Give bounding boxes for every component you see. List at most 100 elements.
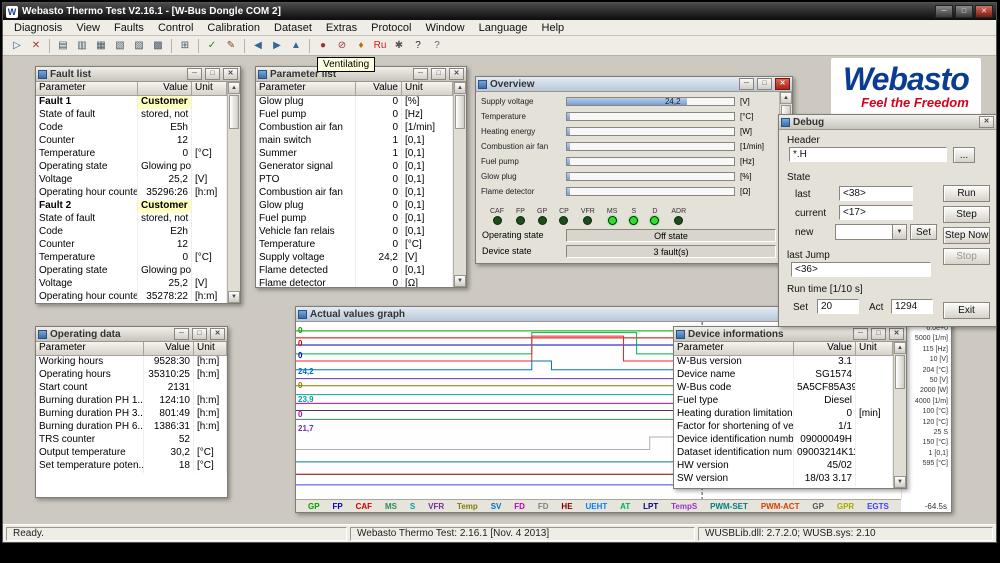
window-titlebar[interactable]: Operating data ─ □ ✕ [36,327,227,342]
table-row[interactable]: Glow plug0[0,1] [256,200,453,213]
stop-button[interactable]: Stop [943,248,990,265]
table-row[interactable]: Counter12 [36,239,227,252]
column-header-value[interactable]: Value [356,82,402,96]
minimize-button[interactable]: ─ [174,328,189,340]
table-row[interactable]: Operating hour counter35296:26[h:m] [36,187,227,200]
minimize-button[interactable]: ─ [413,68,428,80]
column-header-parameter[interactable]: Parameter [36,342,144,356]
table-row[interactable]: Fuel typeDiesel [674,395,893,408]
step-button[interactable]: Step [943,206,990,223]
scroll-up-icon[interactable]: ▲ [228,82,240,94]
scroll-down-icon[interactable]: ▼ [228,291,240,303]
window-titlebar[interactable]: Fault list ─ □ ✕ [36,67,240,82]
close-button[interactable]: ✕ [979,116,994,128]
scroll-thumb[interactable] [895,355,905,389]
table-row[interactable]: Voltage25,2[V] [36,278,227,291]
legend-item[interactable]: S [410,502,415,511]
scrollbar[interactable]: ▲ ▼ [893,342,906,488]
table-row[interactable]: Start count2131 [36,382,227,395]
table-row[interactable]: Operating hours35310:25[h:m] [36,369,227,382]
table-row[interactable]: Burning duration PH 3...801:49[h:m] [36,408,227,421]
table-row[interactable]: Temperature0[°C] [36,148,227,161]
scrollbar[interactable]: ▲ ▼ [453,82,466,287]
column-header-value[interactable]: Value [794,342,856,356]
close-button[interactable]: ✕ [889,328,904,340]
menu-faults[interactable]: Faults [107,21,151,35]
record-icon[interactable]: ● [314,37,332,54]
close-button[interactable]: ✕ [449,68,464,80]
legend-item[interactable]: GPR [837,502,854,511]
close-button[interactable]: ✕ [210,328,225,340]
menu-diagnosis[interactable]: Diagnosis [7,21,69,35]
column-header-parameter[interactable]: Parameter [36,82,138,96]
legend-item[interactable]: CAF [356,502,372,511]
table-row[interactable]: Supply voltage24,2[V] [256,252,453,265]
scroll-up-icon[interactable]: ▲ [454,82,466,94]
window-titlebar[interactable]: Debug ✕ [779,115,996,130]
chevron-down-icon[interactable]: ▼ [892,225,906,239]
debug-runtime-set-input[interactable]: 20 [817,299,859,314]
legend-item[interactable]: PWM-ACT [761,502,800,511]
window-titlebar[interactable]: Device informations ─ □ ✕ [674,327,906,342]
legend-item[interactable]: Temp [457,502,478,511]
table-row[interactable]: Flame detector0[Ω] [256,278,453,287]
table-row[interactable]: HW version45/02 [674,460,893,473]
legend-item[interactable]: MS [385,502,397,511]
menu-protocol[interactable]: Protocol [364,21,418,35]
forward-icon[interactable]: ▶ [268,37,286,54]
minimize-button[interactable]: ─ [853,328,868,340]
maximize-button[interactable]: □ [192,328,207,340]
scroll-thumb[interactable] [455,95,465,129]
table-row[interactable]: Operating hour counter35278:22[h:m] [36,291,227,303]
table-row[interactable]: Dataset identification num...09003214K11 [674,447,893,460]
table-row[interactable]: Temperature0[°C] [36,252,227,265]
table-row[interactable]: Vehicle fan relais0[0,1] [256,226,453,239]
legend-item[interactable]: PWM-SET [710,502,748,511]
table-row[interactable]: State of faultstored, not a... [36,213,227,226]
table-row[interactable]: Fault 2Customer s... [36,200,227,213]
table-row[interactable]: Operating stateGlowing po... [36,265,227,278]
back-icon[interactable]: ◀ [249,37,267,54]
window-device-info-icon[interactable]: ▧ [111,37,129,54]
legend-item[interactable]: LPT [643,502,658,511]
table-row[interactable]: W-Bus code5A5CF85A3900 [674,382,893,395]
table-row[interactable]: Fault 1Customer s... [36,96,227,109]
menu-control[interactable]: Control [151,21,200,35]
context-help-icon[interactable]: ? [428,37,446,54]
table-row[interactable]: Fuel pump0[Hz] [256,109,453,122]
table-row[interactable]: Factor for shortening of ve...1/1 [674,421,893,434]
table-row[interactable]: Set temperature poten...18[°C] [36,460,227,473]
window-operating-data-icon[interactable]: ▦ [92,37,110,54]
maximize-button[interactable]: □ [871,328,886,340]
menu-view[interactable]: View [69,21,107,35]
scroll-down-icon[interactable]: ▼ [894,476,906,488]
legend-item[interactable]: FP [332,502,342,511]
menu-language[interactable]: Language [472,21,535,35]
scroll-down-icon[interactable]: ▼ [454,275,466,287]
help-icon[interactable]: ? [409,37,427,54]
dataset-grid-icon[interactable]: ⊞ [176,37,194,54]
table-row[interactable]: Counter12 [36,135,227,148]
legend-item[interactable]: VFR [428,502,444,511]
column-header-value[interactable]: Value [138,82,192,96]
flame-icon[interactable]: ♦ [352,37,370,54]
column-header-unit[interactable]: Unit [402,82,453,96]
menu-help[interactable]: Help [535,21,572,35]
menu-window[interactable]: Window [418,21,471,35]
edit-icon[interactable]: ✎ [222,37,240,54]
column-header-parameter[interactable]: Parameter [674,342,794,356]
table-row[interactable]: Combustion air fan0[0,1] [256,187,453,200]
cancel-icon[interactable]: ✕ [27,37,45,54]
column-header-parameter[interactable]: Parameter [256,82,356,96]
table-row[interactable]: SW version18/03 3.17 [674,473,893,486]
scrollbar[interactable]: ▲ ▼ [227,82,240,303]
legend-item[interactable]: EGTS [867,502,889,511]
maximize-button[interactable]: □ [205,68,220,80]
scroll-thumb[interactable] [229,95,239,129]
legend-item[interactable]: GP [812,502,824,511]
table-row[interactable]: Combustion air fan0[1/min] [256,122,453,135]
scroll-up-icon[interactable]: ▲ [894,342,906,354]
column-header-value[interactable]: Value [144,342,194,356]
table-row[interactable]: CodeE5h [36,122,227,135]
window-titlebar[interactable]: Overview ─ □ ✕ [476,77,792,92]
